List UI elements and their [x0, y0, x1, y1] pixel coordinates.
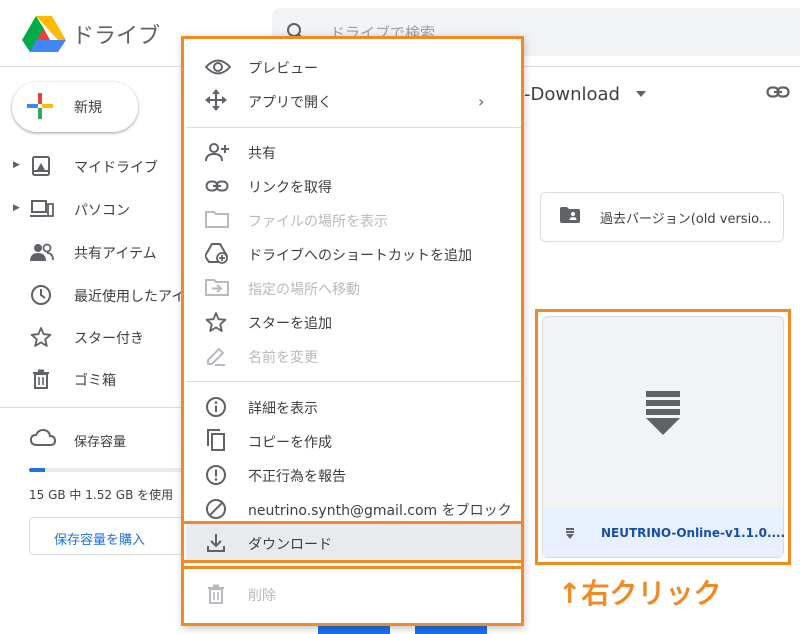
file-thumbnail[interactable]	[415, 626, 487, 634]
new-button-label: 新規	[74, 100, 102, 116]
file-thumbnail[interactable]	[318, 626, 390, 634]
trash-icon	[30, 368, 52, 390]
computer-icon	[30, 199, 54, 219]
folder-title[interactable]: -Download	[524, 84, 620, 105]
folder-card-label: 過去バージョン(old versio...	[600, 212, 772, 227]
sidebar-item-label: ゴミ箱	[74, 373, 116, 389]
sidebar-item-label: 共有アイテム	[74, 246, 157, 262]
my-drive-icon	[30, 155, 52, 177]
chevron-down-icon[interactable]	[635, 90, 647, 98]
annotation-highlight-file	[535, 309, 791, 565]
sidebar-item-label: スター付き	[74, 331, 144, 347]
expand-caret-icon[interactable]: ▶	[13, 160, 20, 170]
app-title: ドライブ	[72, 24, 161, 49]
sidebar-item-label: マイドライブ	[74, 160, 158, 176]
sidebar-item-label: パソコン	[74, 203, 130, 219]
clock-icon	[30, 284, 52, 306]
storage-progress-bar	[29, 468, 184, 472]
sidebar-divider	[0, 407, 184, 408]
shared-folder-icon	[560, 207, 580, 223]
star-icon	[30, 326, 52, 348]
buy-storage-label: 保存容量を購入	[54, 533, 146, 548]
annotation-highlight-menu	[181, 36, 524, 626]
link-icon[interactable]	[766, 84, 790, 100]
storage-label[interactable]: 保存容量	[74, 431, 126, 450]
storage-usage-text: 15 GB 中 1.52 GB を使用	[29, 488, 174, 502]
cloud-icon	[30, 429, 56, 447]
plus-icon	[27, 93, 53, 119]
shared-icon	[30, 242, 54, 262]
storage-progress-fill	[29, 468, 45, 472]
expand-caret-icon[interactable]: ▶	[13, 203, 20, 213]
sidebar-item-label: 最近使用したアイ	[74, 289, 186, 305]
annotation-caption: ↑右クリック	[558, 577, 722, 610]
drive-logo-icon[interactable]	[22, 14, 66, 52]
